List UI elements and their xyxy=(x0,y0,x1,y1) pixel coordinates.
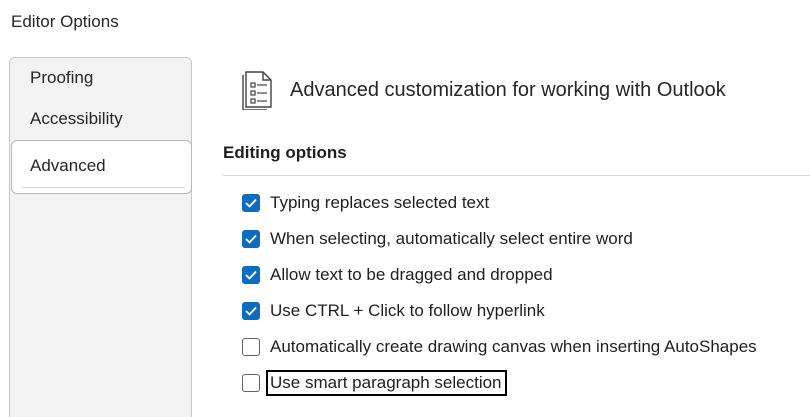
sidebar-item-advanced[interactable]: Advanced xyxy=(11,140,192,194)
sidebar-item-advanced-label: Advanced xyxy=(30,156,106,175)
option-select-entire-word[interactable]: When selecting, automatically select ent… xyxy=(242,228,633,250)
option-label: Use CTRL + Click to follow hyperlink xyxy=(270,301,545,320)
section-heading-editing-options: Editing options xyxy=(223,143,347,162)
option-drawing-canvas-autoshapes[interactable]: Automatically create drawing canvas when… xyxy=(242,336,757,358)
checkmark-icon xyxy=(245,234,257,244)
sidebar-item-proofing[interactable]: Proofing xyxy=(30,68,93,88)
option-label: Automatically create drawing canvas when… xyxy=(270,337,757,356)
checkbox-checked[interactable] xyxy=(242,302,260,320)
window-title: Editor Options xyxy=(11,12,119,31)
checkmark-icon xyxy=(245,198,257,208)
checkbox-checked[interactable] xyxy=(242,266,260,284)
option-typing-replaces-selected-text[interactable]: Typing replaces selected text xyxy=(242,192,489,214)
option-ctrl-click-hyperlink[interactable]: Use CTRL + Click to follow hyperlink xyxy=(242,300,545,322)
section-divider xyxy=(223,175,810,176)
checkbox-unchecked[interactable] xyxy=(242,338,260,356)
checkmark-icon xyxy=(245,306,257,316)
document-list-icon xyxy=(242,71,272,110)
options-sidebar: Proofing Accessibility Advanced xyxy=(9,57,192,417)
option-label: When selecting, automatically select ent… xyxy=(270,229,633,248)
checkmark-icon xyxy=(245,270,257,280)
page-heading: Advanced customization for working with … xyxy=(290,79,726,101)
option-smart-paragraph-selection[interactable]: Use smart paragraph selection xyxy=(242,370,507,396)
option-drag-and-drop-text[interactable]: Allow text to be dragged and dropped xyxy=(242,264,553,286)
checkbox-checked[interactable] xyxy=(242,194,260,212)
option-label-focused: Use smart paragraph selection xyxy=(266,370,507,396)
option-label: Allow text to be dragged and dropped xyxy=(270,265,553,284)
checkbox-checked[interactable] xyxy=(242,230,260,248)
selected-indicator xyxy=(22,187,185,188)
option-label: Typing replaces selected text xyxy=(270,193,490,212)
sidebar-item-accessibility[interactable]: Accessibility xyxy=(30,109,123,129)
checkbox-unchecked[interactable] xyxy=(242,374,260,392)
